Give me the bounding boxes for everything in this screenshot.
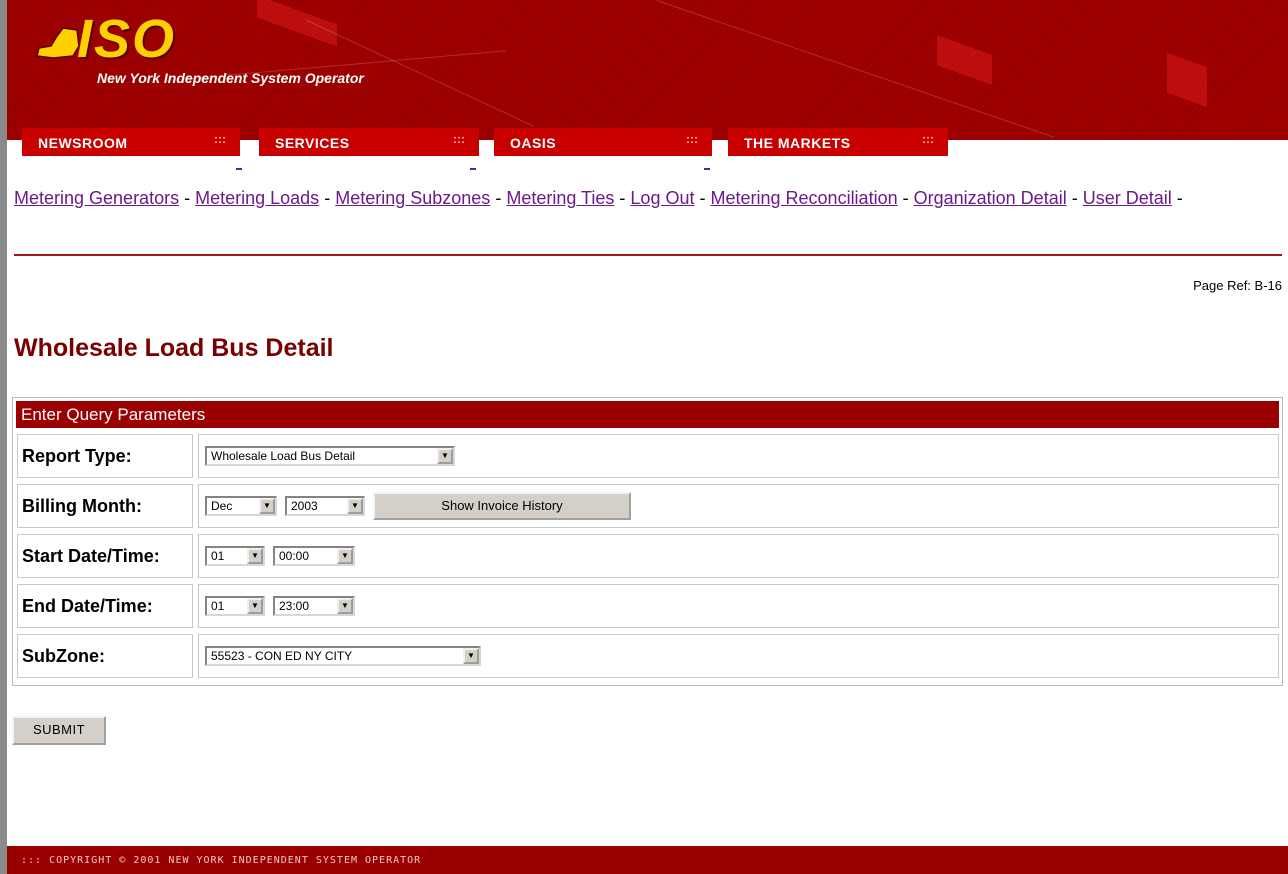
link-metering-ties[interactable]: Metering Ties (506, 188, 614, 208)
billing-month-label: Billing Month: (17, 484, 193, 528)
link-user-detail[interactable]: User Detail (1083, 188, 1172, 208)
end-datetime-row: 01 ▼ 23:00 ▼ (198, 584, 1279, 628)
tab-dots-icon: ::: (922, 132, 934, 146)
chevron-down-icon: ▼ (437, 448, 453, 464)
page-ref: Page Ref: B-16 (1193, 278, 1282, 293)
footer-copyright: ::: COPYRIGHT © 2001 NEW YORK INDEPENDEN… (7, 846, 1288, 874)
billing-year-value: 2003 (291, 499, 318, 513)
start-datetime-row: 01 ▼ 00:00 ▼ (198, 534, 1279, 578)
tab-link-marker (236, 168, 242, 170)
link-separator: - (324, 188, 331, 208)
chevron-down-icon: ▼ (347, 498, 363, 514)
tab-label: SERVICES (275, 135, 350, 151)
billing-month-value: Dec (211, 499, 233, 513)
panel-heading: Enter Query Parameters (16, 401, 1279, 428)
report-type-row: Wholesale Load Bus Detail ▼ (198, 434, 1279, 478)
billing-month-select[interactable]: Dec ▼ (205, 496, 277, 516)
link-separator: - (902, 188, 909, 208)
link-separator: - (495, 188, 502, 208)
billing-month-row: Dec ▼ 2003 ▼ Show Invoice History (198, 484, 1279, 528)
tab-dots-icon: ::: (686, 132, 698, 146)
report-type-value: Wholesale Load Bus Detail (211, 449, 356, 463)
end-day-value: 01 (211, 599, 225, 613)
page-title: Wholesale Load Bus Detail (14, 334, 334, 362)
end-time-value: 23:00 (279, 599, 310, 613)
show-invoice-history-button[interactable]: Show Invoice History (373, 492, 631, 520)
tab-oasis[interactable]: OASIS ::: (494, 128, 712, 156)
chevron-down-icon: ▼ (247, 548, 263, 564)
tab-the-markets[interactable]: THE MARKETS ::: (728, 128, 948, 156)
metering-links: Metering Generators - Metering Loads - M… (14, 184, 1244, 213)
main-nav: NEWSROOM ::: SERVICES ::: OASIS ::: THE … (7, 128, 1288, 156)
start-datetime-label: Start Date/Time: (17, 534, 193, 578)
logo-text: ISO (77, 9, 177, 69)
tab-link-marker (704, 168, 710, 170)
link-organization-detail[interactable]: Organization Detail (914, 188, 1067, 208)
tab-dots-icon: ::: (214, 132, 226, 146)
link-metering-generators[interactable]: Metering Generators (14, 188, 179, 208)
tab-label: OASIS (510, 135, 557, 151)
link-metering-loads[interactable]: Metering Loads (195, 188, 319, 208)
report-type-label: Report Type: (17, 434, 193, 478)
start-time-select[interactable]: 00:00 ▼ (273, 546, 355, 566)
tab-label: THE MARKETS (744, 135, 851, 151)
subzone-select[interactable]: 55523 - CON ED NY CITY ▼ (205, 646, 481, 666)
query-parameters-panel: Enter Query Parameters Report Type: Whol… (12, 397, 1283, 686)
link-separator: - (1071, 188, 1078, 208)
link-separator: - (184, 188, 191, 208)
end-time-select[interactable]: 23:00 ▼ (273, 596, 355, 616)
header-banner: ISO New York Independent System Operator (7, 0, 1288, 140)
link-separator: - (699, 188, 706, 208)
org-name: New York Independent System Operator (97, 70, 364, 86)
subzone-row: 55523 - CON ED NY CITY ▼ (198, 634, 1279, 678)
subzone-label: SubZone: (17, 634, 193, 678)
chevron-down-icon: ▼ (247, 598, 263, 614)
report-type-select[interactable]: Wholesale Load Bus Detail ▼ (205, 446, 455, 466)
start-day-select[interactable]: 01 ▼ (205, 546, 265, 566)
end-datetime-label: End Date/Time: (17, 584, 193, 628)
billing-year-select[interactable]: 2003 ▼ (285, 496, 365, 516)
link-separator: - (1176, 188, 1183, 208)
link-log-out[interactable]: Log Out (630, 188, 694, 208)
start-time-value: 00:00 (279, 549, 310, 563)
chevron-down-icon: ▼ (463, 648, 479, 664)
new-york-state-map-icon (36, 27, 80, 59)
tab-newsroom[interactable]: NEWSROOM ::: (22, 128, 240, 156)
tab-link-marker (470, 168, 476, 170)
submit-button[interactable]: SUBMIT (12, 716, 106, 745)
start-day-value: 01 (211, 549, 225, 563)
tab-label: NEWSROOM (38, 135, 128, 151)
end-day-select[interactable]: 01 ▼ (205, 596, 265, 616)
subzone-value: 55523 - CON ED NY CITY (211, 649, 353, 663)
tab-dots-icon: ::: (453, 132, 465, 146)
link-metering-subzones[interactable]: Metering Subzones (335, 188, 490, 208)
tab-services[interactable]: SERVICES ::: (259, 128, 479, 156)
chevron-down-icon: ▼ (337, 548, 353, 564)
link-metering-reconciliation[interactable]: Metering Reconciliation (711, 188, 898, 208)
divider (14, 254, 1282, 256)
chevron-down-icon: ▼ (337, 598, 353, 614)
chevron-down-icon: ▼ (259, 498, 275, 514)
link-separator: - (619, 188, 626, 208)
